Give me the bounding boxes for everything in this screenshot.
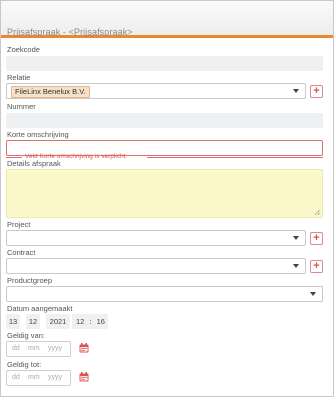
add-contract-button[interactable]: +	[310, 260, 323, 273]
geldig-tot-input[interactable]: dd mm yyyy	[6, 370, 71, 386]
datum-hour: 12	[76, 317, 85, 326]
details-afspraak-textarea[interactable]	[6, 169, 323, 218]
korte-omschrijving-label: Korte omschrijving	[7, 130, 69, 139]
relatie-selected-tag[interactable]: FileLinx Benelux B.V.	[11, 86, 90, 98]
datum-time: 12 : 16	[72, 314, 108, 329]
nummer-label: Nummer	[7, 102, 36, 111]
chevron-down-icon[interactable]	[293, 89, 299, 93]
window-title: Prijsafspraak - <Prijsafspraak>	[7, 27, 133, 37]
datum-day: 13	[6, 314, 20, 329]
project-label: Project	[7, 220, 31, 229]
datum-month: 12	[26, 314, 40, 329]
add-relatie-button[interactable]: +	[310, 85, 323, 98]
geldig-van-input[interactable]: dd mm yyyy	[6, 341, 71, 357]
productgroep-label: Productgroep	[7, 276, 53, 285]
title-bar: Prijsafspraak - <Prijsafspraak>	[1, 1, 333, 37]
calendar-icon[interactable]	[79, 372, 89, 382]
geldig-tot-yyyy: yyyy	[48, 374, 62, 381]
chevron-down-icon[interactable]	[310, 292, 316, 296]
geldig-tot-label: Geldig tot:	[7, 360, 42, 369]
error-line-right	[147, 157, 323, 158]
relatie-select[interactable]: FileLinx Benelux B.V.	[6, 83, 306, 99]
contract-label: Contract	[7, 248, 36, 257]
productgroep-select[interactable]	[6, 286, 323, 302]
contract-select[interactable]	[6, 258, 306, 274]
geldig-van-dd: dd	[12, 345, 20, 352]
datum-time-separator: :	[89, 317, 92, 326]
project-select[interactable]	[6, 230, 306, 246]
add-project-button[interactable]: +	[310, 232, 323, 245]
chevron-down-icon[interactable]	[293, 236, 299, 240]
geldig-tot-dd: dd	[12, 374, 20, 381]
geldig-van-mm: mm	[28, 345, 40, 352]
datum-minute: 16	[96, 317, 105, 326]
zoekcode-label: Zoekcode	[7, 45, 40, 54]
geldig-tot-mm: mm	[28, 374, 40, 381]
details-afspraak-label: Details afspraak	[7, 159, 61, 168]
geldig-van-label: Geldig van:	[7, 331, 45, 340]
chevron-down-icon[interactable]	[293, 264, 299, 268]
relatie-label: Relatie	[7, 73, 31, 82]
datum-year: 2021	[46, 314, 70, 329]
dialog-window: Prijsafspraak - <Prijsafspraak> Zoekcode…	[0, 0, 334, 397]
resize-handle-icon[interactable]	[315, 210, 320, 215]
zoekcode-input[interactable]	[6, 56, 323, 71]
geldig-van-yyyy: yyyy	[48, 345, 62, 352]
calendar-icon[interactable]	[79, 343, 89, 353]
nummer-input[interactable]	[6, 113, 323, 128]
error-line-left	[6, 157, 22, 158]
datum-aangemaakt-label: Datum aangemaakt	[7, 304, 73, 313]
